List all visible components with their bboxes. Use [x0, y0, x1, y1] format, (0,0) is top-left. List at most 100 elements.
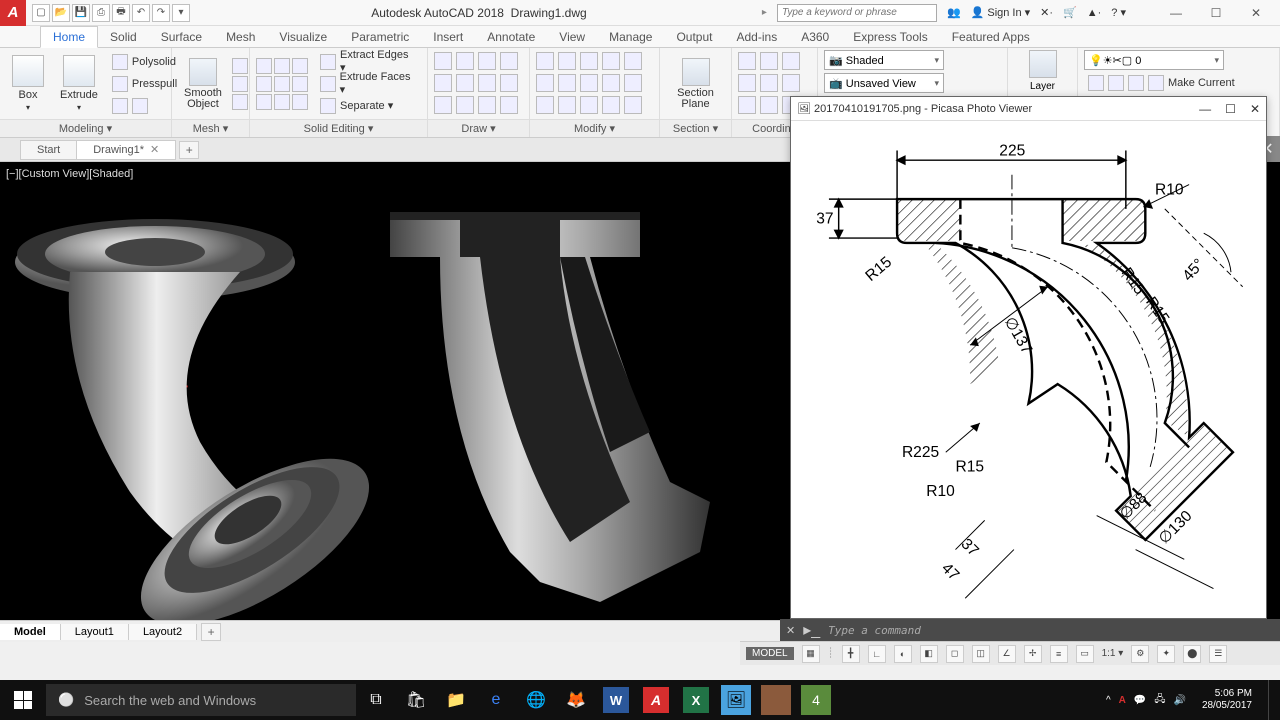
otrack-icon[interactable]: ∠: [998, 645, 1016, 663]
smooth-object-button[interactable]: Smooth Object: [178, 56, 228, 112]
chrome-icon[interactable]: 🌐: [516, 680, 556, 720]
a360-icon[interactable]: ▲·: [1087, 7, 1102, 19]
tab-insert[interactable]: Insert: [421, 27, 475, 47]
se-icon[interactable]: [256, 94, 272, 110]
revolve-icon[interactable]: [108, 96, 181, 116]
tray-up-icon[interactable]: ^: [1106, 695, 1111, 706]
section-plane-button[interactable]: Section Plane: [666, 56, 725, 112]
autocad-icon[interactable]: A: [643, 687, 669, 713]
dyn-icon[interactable]: ✢: [1024, 645, 1042, 663]
qat-undo-icon[interactable]: ↶: [132, 4, 150, 22]
extrude-button[interactable]: Extrude▾: [54, 53, 104, 114]
modeltab-layout2[interactable]: Layout2: [129, 624, 197, 640]
title-menu-chevron[interactable]: ▸: [762, 7, 767, 18]
taskbar-search[interactable]: ⚪Search the web and Windows: [46, 684, 356, 716]
explode-icon[interactable]: [624, 52, 642, 70]
modeltab-model[interactable]: Model: [0, 624, 61, 640]
mirror-icon[interactable]: [558, 74, 576, 92]
anno-icon[interactable]: ✦: [1157, 645, 1175, 663]
infocenter-icon[interactable]: 👥: [947, 6, 961, 19]
c-icon[interactable]: [738, 74, 756, 92]
add-layout-button[interactable]: +: [201, 623, 221, 641]
se-icon[interactable]: [292, 58, 308, 74]
extract-edges-button[interactable]: Extract Edges ▾: [316, 52, 421, 72]
polar-icon[interactable]: ◐: [894, 645, 912, 663]
tab-output[interactable]: Output: [664, 27, 724, 47]
modeltab-layout1[interactable]: Layout1: [61, 624, 129, 640]
mesh-icon-3[interactable]: [232, 94, 248, 110]
tab-home[interactable]: Home: [40, 26, 98, 48]
se-icon[interactable]: [274, 94, 290, 110]
scale-icon[interactable]: [558, 96, 576, 114]
help-icon[interactable]: ? ▾: [1111, 6, 1126, 19]
grid-icon[interactable]: ▦: [802, 645, 820, 663]
tab-view[interactable]: View: [547, 27, 597, 47]
visual-style-combo[interactable]: 📷 Shaded: [824, 50, 944, 70]
snap-icon[interactable]: ╋: [842, 645, 860, 663]
qat-more[interactable]: ▾: [172, 4, 190, 22]
command-line[interactable]: ✕ ▸_ Type a command: [780, 619, 1280, 641]
separate-button[interactable]: Separate ▾: [316, 96, 421, 116]
c-icon[interactable]: [760, 96, 778, 114]
view-combo[interactable]: 📺 Unsaved View: [824, 73, 944, 93]
firefox-icon[interactable]: 🦊: [556, 680, 596, 720]
maximize-button[interactable]: ☐: [1196, 3, 1236, 23]
offset-icon[interactable]: [624, 74, 642, 92]
ortho-icon[interactable]: ∟: [868, 645, 886, 663]
region-icon[interactable]: [456, 96, 474, 114]
polyline-icon[interactable]: [456, 52, 474, 70]
tab-solid[interactable]: Solid: [98, 27, 149, 47]
tab-parametric[interactable]: Parametric: [339, 27, 421, 47]
store-icon[interactable]: 🛍: [396, 680, 436, 720]
donut-icon[interactable]: [500, 96, 518, 114]
tray-net-icon[interactable]: 🖧: [1154, 692, 1165, 709]
close-tab-icon[interactable]: ✕: [150, 143, 159, 156]
photos-icon[interactable]: 🖼: [721, 685, 751, 715]
c-icon[interactable]: [738, 96, 756, 114]
tab-annotate[interactable]: Annotate: [475, 27, 547, 47]
app4-icon[interactable]: 4: [801, 685, 831, 715]
tab-mesh[interactable]: Mesh: [214, 27, 267, 47]
tab-surface[interactable]: Surface: [149, 27, 214, 47]
picasa-minimize[interactable]: —: [1199, 102, 1211, 116]
tray-a-icon[interactable]: A: [1119, 695, 1126, 706]
panel-modeling[interactable]: Modeling ▾: [0, 119, 171, 137]
close-button[interactable]: ✕: [1236, 3, 1276, 23]
polysolid-button[interactable]: Polysolid: [108, 52, 181, 72]
qat-save-icon[interactable]: 💾: [72, 4, 90, 22]
panel-draw[interactable]: Draw ▾: [428, 119, 529, 137]
taskview-icon[interactable]: ⧉: [356, 680, 396, 720]
tray-action-icon[interactable]: 💬: [1134, 695, 1146, 706]
explorer-icon[interactable]: 📁: [436, 680, 476, 720]
hatch-icon[interactable]: [500, 74, 518, 92]
show-desktop[interactable]: [1268, 680, 1274, 720]
scale-label[interactable]: 1:1 ▾: [1102, 648, 1124, 659]
picasa-maximize[interactable]: ☐: [1225, 102, 1236, 116]
qat-redo-icon[interactable]: ↷: [152, 4, 170, 22]
layer-combo[interactable]: 💡☀✂▢ 0: [1084, 50, 1224, 70]
break-icon[interactable]: [624, 96, 642, 114]
command-input[interactable]: Type a command: [828, 624, 1274, 637]
tab-a360[interactable]: A360: [789, 27, 841, 47]
c-icon[interactable]: [782, 74, 800, 92]
se-icon[interactable]: [274, 76, 290, 92]
tab-manage[interactable]: Manage: [597, 27, 664, 47]
excel-icon[interactable]: X: [683, 687, 709, 713]
extrude-faces-button[interactable]: Extrude Faces ▾: [316, 74, 421, 94]
tab-visualize[interactable]: Visualize: [267, 27, 339, 47]
3dosnap-icon[interactable]: ◫: [972, 645, 990, 663]
tab-addins[interactable]: Add-ins: [725, 27, 790, 47]
add-tab-button[interactable]: +: [179, 141, 199, 159]
align-icon[interactable]: [602, 96, 620, 114]
signin-button[interactable]: 👤 Sign In ▾: [971, 6, 1030, 19]
app-logo[interactable]: A: [0, 0, 26, 26]
presspull-button[interactable]: Presspull: [108, 74, 181, 94]
trim-icon[interactable]: [580, 52, 598, 70]
osnap-icon[interactable]: ◻: [946, 645, 964, 663]
tray-vol-icon[interactable]: 🔊: [1173, 695, 1185, 706]
helix-icon[interactable]: [478, 96, 496, 114]
qat-print-icon[interactable]: 🖶: [112, 4, 130, 22]
panel-solid-editing[interactable]: Solid Editing ▾: [250, 119, 427, 137]
qat-new-icon[interactable]: ▢: [32, 4, 50, 22]
cart-icon[interactable]: 🛒: [1063, 6, 1077, 19]
